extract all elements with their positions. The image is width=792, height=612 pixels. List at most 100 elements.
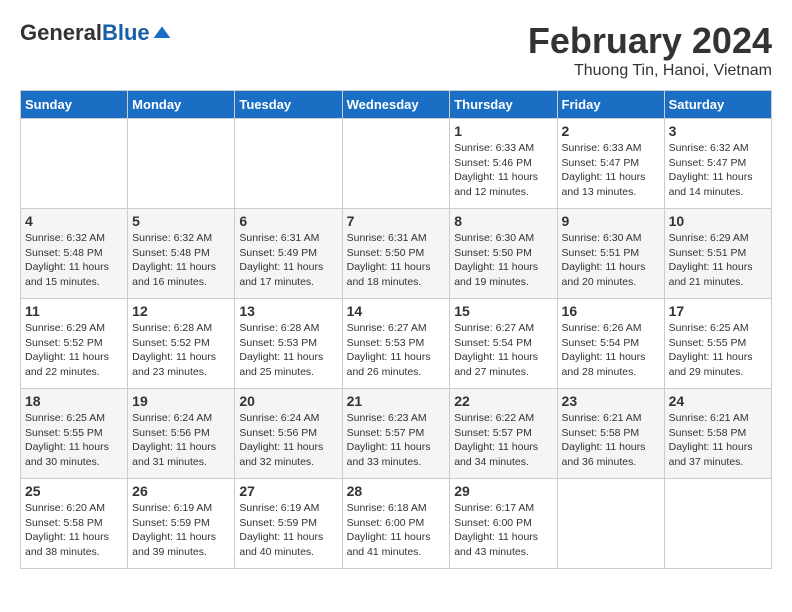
column-header-tuesday: Tuesday	[235, 91, 342, 119]
calendar-cell: 25 Sunrise: 6:20 AM Sunset: 5:58 PM Dayli…	[21, 479, 128, 569]
day-info: Sunrise: 6:28 AM Sunset: 5:52 PM Dayligh…	[132, 321, 230, 380]
day-info: Sunrise: 6:26 AM Sunset: 5:54 PM Dayligh…	[562, 321, 660, 380]
calendar-cell: 6 Sunrise: 6:31 AM Sunset: 5:49 PM Daylig…	[235, 209, 342, 299]
day-number: 3	[669, 123, 767, 139]
calendar-cell	[664, 479, 771, 569]
calendar-cell	[342, 119, 450, 209]
page-header: GeneralBlue February 2024 Thuong Tin, Ha…	[20, 20, 772, 80]
calendar-cell: 13Sunrise: 6:28 AM Sunset: 5:53 PM Dayli…	[235, 299, 342, 389]
calendar-cell: 10 Sunrise: 6:29 AM Sunset: 5:51 PM Dayli…	[664, 209, 771, 299]
column-header-thursday: Thursday	[450, 91, 557, 119]
day-number: 29	[454, 483, 552, 499]
calendar-cell: 19 Sunrise: 6:24 AM Sunset: 5:56 PM Dayli…	[128, 389, 235, 479]
day-number: 14	[347, 303, 446, 319]
calendar-cell: 26 Sunrise: 6:19 AM Sunset: 5:59 PM Dayli…	[128, 479, 235, 569]
day-info: Sunrise: 6:19 AM Sunset: 5:59 PM Dayligh…	[239, 501, 337, 560]
day-number: 27	[239, 483, 337, 499]
day-info: Sunrise: 6:19 AM Sunset: 5:59 PM Dayligh…	[132, 501, 230, 560]
day-info: Sunrise: 6:29 AM Sunset: 5:51 PM Dayligh…	[669, 231, 767, 290]
day-info: Sunrise: 6:30 AM Sunset: 5:51 PM Dayligh…	[562, 231, 660, 290]
day-number: 22	[454, 393, 552, 409]
day-number: 9	[562, 213, 660, 229]
calendar-cell	[21, 119, 128, 209]
calendar-cell: 2 Sunrise: 6:33 AM Sunset: 5:47 PM Daylig…	[557, 119, 664, 209]
calendar-cell: 3 Sunrise: 6:32 AM Sunset: 5:47 PM Daylig…	[664, 119, 771, 209]
week-row-1: 1Sunrise: 6:33 AM Sunset: 5:46 PM Daylig…	[21, 119, 772, 209]
day-number: 7	[347, 213, 446, 229]
logo-icon	[152, 23, 172, 43]
calendar-cell: 23 Sunrise: 6:21 AM Sunset: 5:58 PM Dayli…	[557, 389, 664, 479]
day-info: Sunrise: 6:17 AM Sunset: 6:00 PM Dayligh…	[454, 501, 552, 560]
day-number: 6	[239, 213, 337, 229]
day-number: 2	[562, 123, 660, 139]
day-number: 28	[347, 483, 446, 499]
day-info: Sunrise: 6:24 AM Sunset: 5:56 PM Dayligh…	[239, 411, 337, 470]
calendar-cell: 18 Sunrise: 6:25 AM Sunset: 5:55 PM Dayli…	[21, 389, 128, 479]
column-header-sunday: Sunday	[21, 91, 128, 119]
day-info: Sunrise: 6:29 AM Sunset: 5:52 PM Dayligh…	[25, 321, 123, 380]
day-number: 19	[132, 393, 230, 409]
day-info: Sunrise: 6:32 AM Sunset: 5:48 PM Dayligh…	[132, 231, 230, 290]
day-number: 4	[25, 213, 123, 229]
day-number: 10	[669, 213, 767, 229]
calendar-cell: 12 Sunrise: 6:28 AM Sunset: 5:52 PM Dayli…	[128, 299, 235, 389]
day-info: Sunrise: 6:25 AM Sunset: 5:55 PM Dayligh…	[669, 321, 767, 380]
calendar-cell: 7 Sunrise: 6:31 AM Sunset: 5:50 PM Daylig…	[342, 209, 450, 299]
title-section: February 2024 Thuong Tin, Hanoi, Vietnam	[528, 20, 772, 80]
day-info: Sunrise: 6:18 AM Sunset: 6:00 PM Dayligh…	[347, 501, 446, 560]
calendar-cell: 1Sunrise: 6:33 AM Sunset: 5:46 PM Daylig…	[450, 119, 557, 209]
calendar-cell: 27 Sunrise: 6:19 AM Sunset: 5:59 PM Dayli…	[235, 479, 342, 569]
calendar-cell: 9 Sunrise: 6:30 AM Sunset: 5:51 PM Daylig…	[557, 209, 664, 299]
day-number: 21	[347, 393, 446, 409]
calendar-cell: 29 Sunrise: 6:17 AM Sunset: 6:00 PM Dayli…	[450, 479, 557, 569]
day-number: 23	[562, 393, 660, 409]
day-info: Sunrise: 6:27 AM Sunset: 5:53 PM Dayligh…	[347, 321, 446, 380]
week-row-3: 11Sunrise: 6:29 AM Sunset: 5:52 PM Dayli…	[21, 299, 772, 389]
day-number: 25	[25, 483, 123, 499]
calendar-title: February 2024	[528, 20, 772, 62]
day-info: Sunrise: 6:27 AM Sunset: 5:54 PM Dayligh…	[454, 321, 552, 380]
logo-general-text: General	[20, 20, 102, 46]
day-info: Sunrise: 6:32 AM Sunset: 5:47 PM Dayligh…	[669, 141, 767, 200]
calendar-cell: 22Sunrise: 6:22 AM Sunset: 5:57 PM Dayli…	[450, 389, 557, 479]
day-number: 1	[454, 123, 552, 139]
calendar-table: SundayMondayTuesdayWednesdayThursdayFrid…	[20, 90, 772, 569]
week-row-4: 18 Sunrise: 6:25 AM Sunset: 5:55 PM Dayli…	[21, 389, 772, 479]
calendar-subtitle: Thuong Tin, Hanoi, Vietnam	[528, 62, 772, 80]
day-number: 15	[454, 303, 552, 319]
day-info: Sunrise: 6:20 AM Sunset: 5:58 PM Dayligh…	[25, 501, 123, 560]
day-number: 18	[25, 393, 123, 409]
column-header-saturday: Saturday	[664, 91, 771, 119]
calendar-cell: 14 Sunrise: 6:27 AM Sunset: 5:53 PM Dayli…	[342, 299, 450, 389]
calendar-cell: 20 Sunrise: 6:24 AM Sunset: 5:56 PM Dayli…	[235, 389, 342, 479]
week-row-2: 4 Sunrise: 6:32 AM Sunset: 5:48 PM Daylig…	[21, 209, 772, 299]
day-number: 17	[669, 303, 767, 319]
calendar-cell: 5Sunrise: 6:32 AM Sunset: 5:48 PM Daylig…	[128, 209, 235, 299]
day-info: Sunrise: 6:24 AM Sunset: 5:56 PM Dayligh…	[132, 411, 230, 470]
day-info: Sunrise: 6:33 AM Sunset: 5:47 PM Dayligh…	[562, 141, 660, 200]
day-info: Sunrise: 6:32 AM Sunset: 5:48 PM Dayligh…	[25, 231, 123, 290]
day-number: 16	[562, 303, 660, 319]
day-info: Sunrise: 6:21 AM Sunset: 5:58 PM Dayligh…	[562, 411, 660, 470]
logo: GeneralBlue	[20, 20, 172, 46]
day-info: Sunrise: 6:25 AM Sunset: 5:55 PM Dayligh…	[25, 411, 123, 470]
calendar-cell: 21 Sunrise: 6:23 AM Sunset: 5:57 PM Dayli…	[342, 389, 450, 479]
day-info: Sunrise: 6:30 AM Sunset: 5:50 PM Dayligh…	[454, 231, 552, 290]
calendar-cell	[128, 119, 235, 209]
calendar-cell	[557, 479, 664, 569]
header-row: SundayMondayTuesdayWednesdayThursdayFrid…	[21, 91, 772, 119]
day-number: 20	[239, 393, 337, 409]
day-number: 13	[239, 303, 337, 319]
calendar-cell: 15 Sunrise: 6:27 AM Sunset: 5:54 PM Dayli…	[450, 299, 557, 389]
day-number: 12	[132, 303, 230, 319]
calendar-cell: 4 Sunrise: 6:32 AM Sunset: 5:48 PM Daylig…	[21, 209, 128, 299]
day-info: Sunrise: 6:31 AM Sunset: 5:49 PM Dayligh…	[239, 231, 337, 290]
day-info: Sunrise: 6:21 AM Sunset: 5:58 PM Dayligh…	[669, 411, 767, 470]
day-info: Sunrise: 6:23 AM Sunset: 5:57 PM Dayligh…	[347, 411, 446, 470]
day-number: 26	[132, 483, 230, 499]
column-header-wednesday: Wednesday	[342, 91, 450, 119]
day-info: Sunrise: 6:31 AM Sunset: 5:50 PM Dayligh…	[347, 231, 446, 290]
column-header-monday: Monday	[128, 91, 235, 119]
week-row-5: 25 Sunrise: 6:20 AM Sunset: 5:58 PM Dayli…	[21, 479, 772, 569]
logo-blue-text: Blue	[102, 20, 150, 46]
